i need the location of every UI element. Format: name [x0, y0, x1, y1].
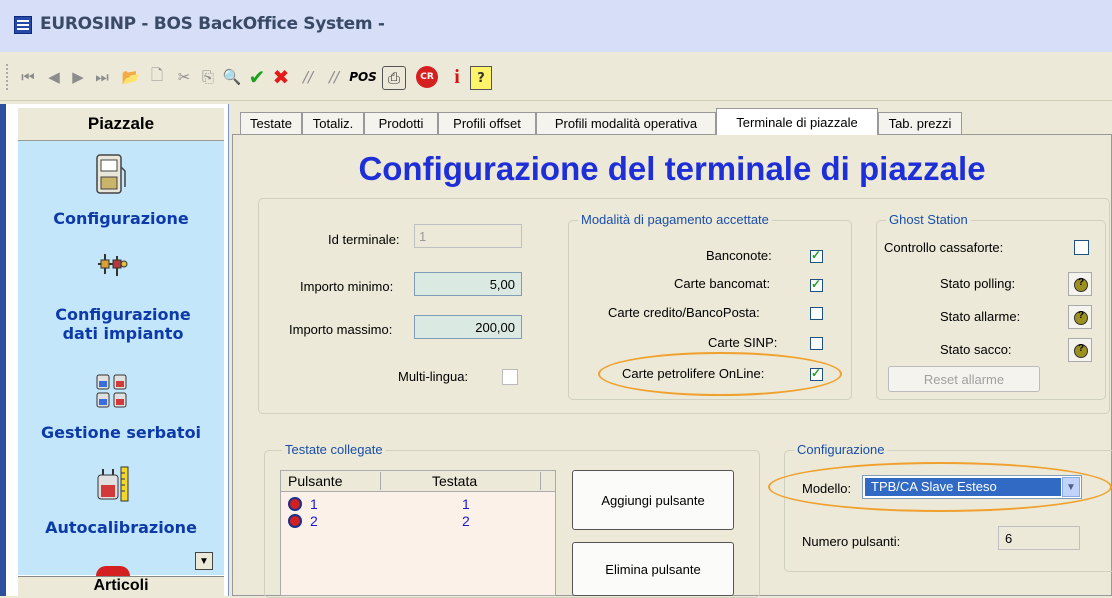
row-1-pulsante[interactable]: 1	[310, 496, 318, 512]
stato-allarme-indicator-icon	[1068, 305, 1092, 329]
carte-petrolifere-label: Carte petrolifere OnLine:	[622, 366, 765, 381]
stato-sacco-label: Stato sacco:	[940, 342, 1012, 357]
modello-select[interactable]: TPB/CA Slave Esteso ▼	[862, 475, 1082, 499]
tab-terminale-di-piazzale[interactable]: Terminale di piazzale	[716, 108, 878, 135]
draw-line-2-icon[interactable]: ∕∕	[324, 66, 344, 88]
tab-totaliz[interactable]: Totaliz.	[302, 112, 364, 134]
controllo-cassaforte-checkbox[interactable]	[1074, 240, 1089, 255]
open-folder-icon[interactable]: 📂	[120, 66, 142, 88]
column-header-testata[interactable]: Testata	[432, 473, 477, 489]
carte-sinp-label: Carte SINP:	[708, 335, 778, 350]
info-icon[interactable]: i	[448, 66, 466, 88]
chevron-down-icon[interactable]: ▼	[1062, 477, 1080, 497]
print-icon[interactable]: ⎙	[382, 66, 406, 90]
last-record-icon[interactable]: ⏭	[92, 66, 112, 88]
draw-line-icon[interactable]: ∕∕	[298, 66, 318, 88]
window-title: EUROSINP - BOS BackOffice System -	[40, 14, 385, 34]
tab-testate[interactable]: Testate	[240, 112, 302, 134]
sidebar-item-configurazione-dati-impianto[interactable]: Configurazione dati impianto	[38, 305, 208, 343]
importo-minimo-label: Importo minimo:	[300, 279, 394, 294]
sidebar-item-gestione-serbatoi[interactable]: Gestione serbatoi	[18, 423, 224, 442]
stato-sacco-indicator-icon	[1068, 338, 1092, 362]
tab-prodotti[interactable]: Prodotti	[364, 112, 438, 134]
multi-lingua-label: Multi-lingua:	[398, 369, 469, 384]
importo-minimo-value: 5,00	[489, 276, 515, 292]
prev-record-icon[interactable]: ◀	[44, 66, 64, 88]
row-2-button-icon	[288, 514, 302, 528]
tanks-icon[interactable]	[94, 372, 130, 410]
cut-icon[interactable]: ✂	[174, 66, 194, 88]
numero-pulsanti-value: 6	[1005, 530, 1013, 546]
cancel-icon[interactable]: ✖	[270, 65, 292, 89]
stato-allarme-label: Stato allarme:	[940, 309, 1021, 324]
carte-bancomat-label: Carte bancomat:	[674, 276, 771, 291]
row-2-pulsante[interactable]: 2	[310, 513, 318, 529]
sidebar-panel	[18, 141, 224, 575]
carte-credito-label: Carte credito/BancoPosta:	[608, 305, 760, 320]
banconote-checkbox[interactable]	[810, 248, 823, 263]
modello-selected-value: TPB/CA Slave Esteso	[865, 478, 1061, 496]
elimina-pulsante-button[interactable]: Elimina pulsante	[572, 542, 734, 596]
search-icon[interactable]: 🔍	[222, 66, 242, 88]
cr-icon[interactable]: CR	[416, 66, 438, 88]
first-record-icon[interactable]: ⏮	[18, 66, 38, 88]
sidebar-item-autocalibrazione[interactable]: Autocalibrazione	[18, 518, 224, 537]
help-icon[interactable]: ?	[470, 66, 492, 90]
numero-pulsanti-field[interactable]: 6	[998, 526, 1080, 550]
importo-massimo-field[interactable]: 200,00	[414, 315, 522, 339]
configurazione-group	[784, 450, 1112, 572]
toolbar-grip	[6, 64, 11, 90]
sidebar-header[interactable]: Piazzale	[18, 108, 224, 141]
stato-polling-indicator-icon	[1068, 272, 1092, 296]
tab-profili-offset[interactable]: Profili offset	[438, 112, 536, 134]
importo-massimo-value: 200,00	[475, 319, 515, 335]
id-terminale-value: 1	[419, 228, 427, 244]
app-icon	[14, 16, 32, 34]
fuel-pump-icon[interactable]	[95, 153, 127, 195]
modello-label: Modello:	[802, 481, 852, 496]
sidebar-footer-articoli[interactable]: Articoli	[18, 576, 224, 597]
importo-massimo-label: Importo massimo:	[289, 322, 393, 337]
page-title: Configurazione del terminale di piazzale	[358, 150, 986, 187]
sidebar-item-configurazione[interactable]: Configurazione	[18, 209, 224, 228]
column-divider-2	[540, 472, 541, 490]
row-2-testata[interactable]: 2	[462, 513, 470, 529]
sidebar-scroll-down-button[interactable]: ▼	[195, 552, 213, 570]
banconote-label: Banconote:	[706, 248, 772, 263]
red-dome-icon	[96, 566, 130, 576]
pos-icon[interactable]: POS	[349, 66, 377, 88]
ghost-station-title: Ghost Station	[886, 212, 971, 227]
carte-sinp-checkbox[interactable]	[810, 337, 823, 350]
tab-tab-prezzi[interactable]: Tab. prezzi	[878, 112, 962, 134]
configurazione-title: Configurazione	[794, 442, 888, 457]
reset-allarme-button[interactable]: Reset allarme	[888, 366, 1040, 392]
aggiungi-pulsante-button[interactable]: Aggiungi pulsante	[572, 470, 734, 530]
numero-pulsanti-label: Numero pulsanti:	[802, 534, 901, 549]
toolbar	[0, 52, 1112, 101]
column-header-pulsante[interactable]: Pulsante	[288, 473, 342, 489]
calibration-icon[interactable]	[95, 465, 131, 505]
id-terminale-label: Id terminale:	[328, 232, 400, 247]
carte-bancomat-checkbox[interactable]	[810, 277, 823, 292]
tab-profili-modalita-operativa[interactable]: Profili modalità operativa	[536, 112, 716, 134]
carte-credito-checkbox[interactable]	[810, 307, 823, 320]
new-document-icon[interactable]: 🗋	[148, 66, 166, 88]
confirm-icon[interactable]: ✔	[246, 65, 268, 89]
next-record-icon[interactable]: ▶	[68, 66, 88, 88]
id-terminale-field[interactable]: 1	[414, 224, 522, 248]
stato-polling-label: Stato polling:	[940, 276, 1016, 291]
column-divider	[380, 472, 381, 490]
controllo-cassaforte-label: Controllo cassaforte:	[884, 240, 1004, 255]
testate-collegate-title: Testate collegate	[282, 442, 386, 457]
row-1-testata[interactable]: 1	[462, 496, 470, 512]
importo-minimo-field[interactable]: 5,00	[414, 272, 522, 296]
sidebar-edge	[0, 104, 6, 596]
pipes-icon[interactable]	[95, 250, 129, 280]
copy-icon[interactable]: ⎘	[198, 66, 218, 88]
multi-lingua-checkbox[interactable]	[502, 369, 518, 385]
carte-petrolifere-checkbox[interactable]	[810, 366, 823, 381]
payment-methods-title: Modalità di pagamento accettate	[578, 212, 772, 227]
row-1-button-icon	[288, 497, 302, 511]
